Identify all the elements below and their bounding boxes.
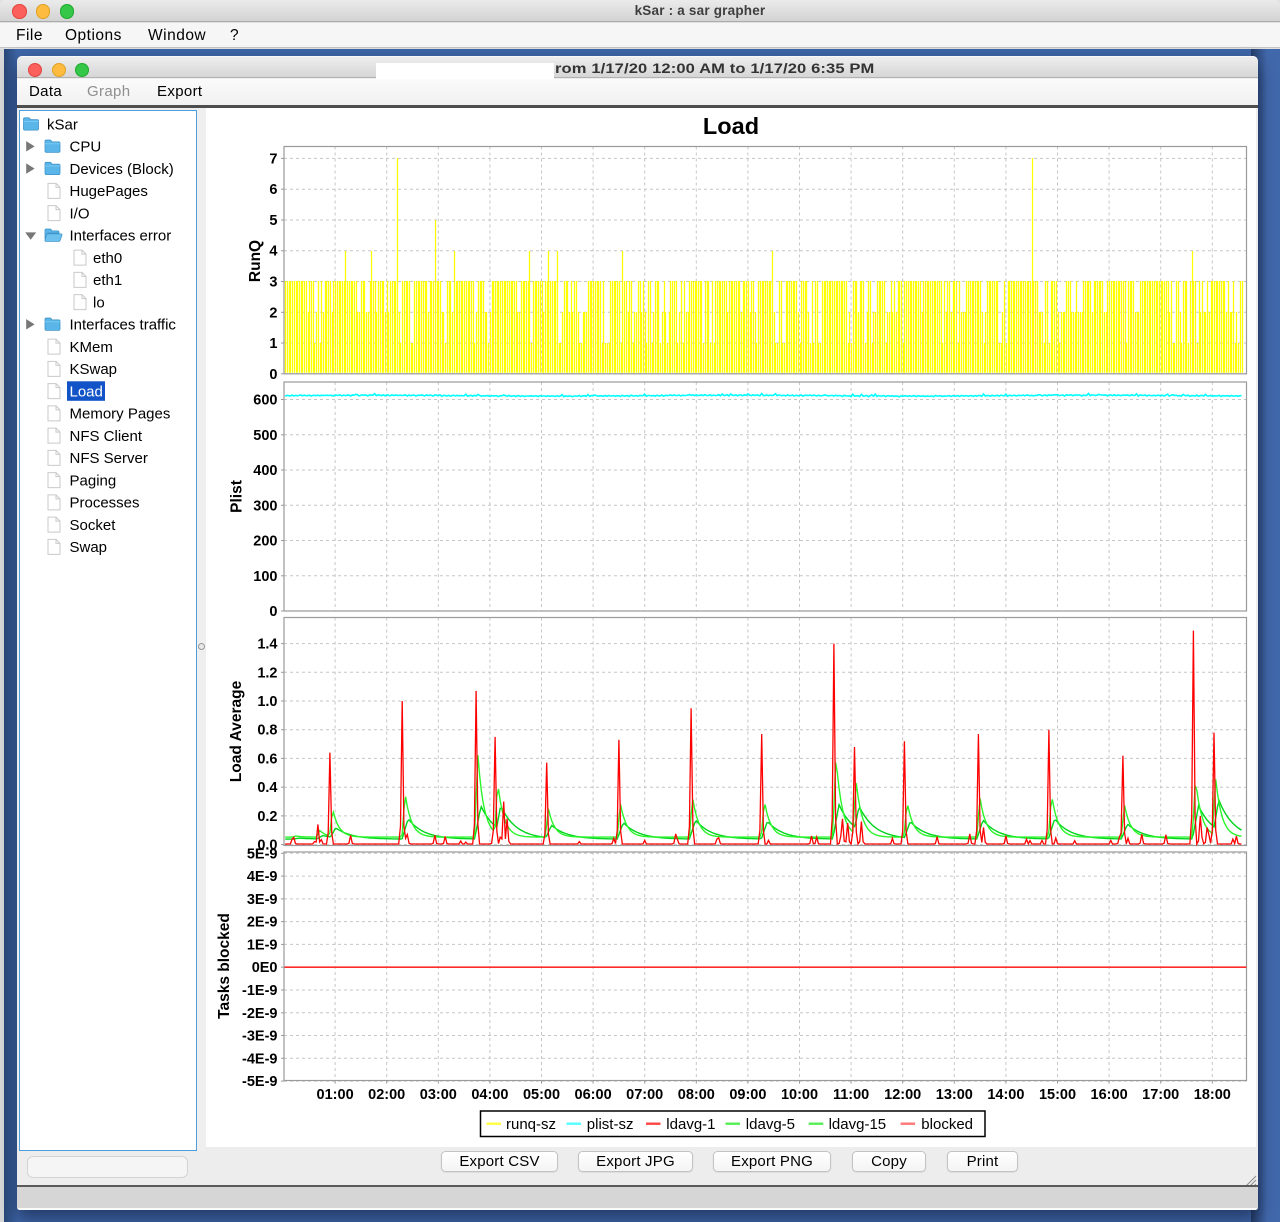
svg-text:02:00: 02:00 xyxy=(368,1087,405,1103)
svg-text:Paging: Paging xyxy=(70,472,117,489)
svg-text:plist-sz: plist-sz xyxy=(587,1116,634,1133)
svg-text:Socket: Socket xyxy=(70,517,117,534)
svg-text:-5E-9: -5E-9 xyxy=(242,1074,277,1090)
svg-text:400: 400 xyxy=(253,463,277,479)
svg-text:I/O: I/O xyxy=(70,205,90,222)
svg-text:0.2: 0.2 xyxy=(257,809,277,825)
svg-text:RunQ: RunQ xyxy=(247,240,264,282)
svg-text:-2E-9: -2E-9 xyxy=(242,1006,277,1022)
svg-text:600: 600 xyxy=(253,393,277,409)
svg-text:eth1: eth1 xyxy=(93,272,122,289)
svg-text:Load: Load xyxy=(703,113,759,139)
svg-text:07:00: 07:00 xyxy=(626,1087,663,1103)
svg-text:blocked: blocked xyxy=(921,1116,973,1133)
svg-text:1.4: 1.4 xyxy=(257,637,277,653)
svg-text:100: 100 xyxy=(253,569,277,585)
svg-text:Swap: Swap xyxy=(70,539,108,556)
svg-text:1.0: 1.0 xyxy=(257,694,277,710)
svg-text:2: 2 xyxy=(269,305,277,321)
svg-text:15:00: 15:00 xyxy=(1039,1087,1076,1103)
svg-text:ldavg-1: ldavg-1 xyxy=(666,1116,715,1133)
svg-text:4E-9: 4E-9 xyxy=(247,869,278,885)
svg-text:7: 7 xyxy=(269,151,277,167)
svg-text:3: 3 xyxy=(269,275,277,291)
svg-text:-1E-9: -1E-9 xyxy=(242,983,277,999)
svg-text:CPU: CPU xyxy=(70,139,102,156)
svg-text:ldavg-15: ldavg-15 xyxy=(829,1116,887,1133)
svg-text:Tasks blocked: Tasks blocked xyxy=(216,913,233,1019)
svg-text:0E0: 0E0 xyxy=(252,960,278,976)
svg-text:KSwap: KSwap xyxy=(70,361,118,378)
svg-text:6: 6 xyxy=(269,182,277,198)
svg-text:04:00: 04:00 xyxy=(471,1087,508,1103)
svg-text:08:00: 08:00 xyxy=(678,1087,715,1103)
svg-text:13:00: 13:00 xyxy=(936,1087,973,1103)
svg-text:HugePages: HugePages xyxy=(70,183,148,200)
svg-text:runq-sz: runq-sz xyxy=(506,1116,556,1133)
svg-text:0: 0 xyxy=(269,604,277,620)
svg-text:1.2: 1.2 xyxy=(257,665,277,681)
svg-text:5E-9: 5E-9 xyxy=(247,846,278,862)
svg-text:lo: lo xyxy=(93,294,105,311)
svg-text:0.4: 0.4 xyxy=(257,780,277,796)
svg-text:09:00: 09:00 xyxy=(729,1087,766,1103)
svg-text:ldavg-5: ldavg-5 xyxy=(746,1116,795,1133)
svg-text:05:00: 05:00 xyxy=(523,1087,560,1103)
svg-text:Load: Load xyxy=(70,383,103,400)
svg-text:Processes: Processes xyxy=(70,495,140,512)
svg-text:Devices (Block): Devices (Block) xyxy=(70,161,174,178)
svg-text:2E-9: 2E-9 xyxy=(247,915,278,931)
svg-text:10:00: 10:00 xyxy=(781,1087,818,1103)
svg-text:KMem: KMem xyxy=(70,339,113,356)
svg-text:kSar: kSar xyxy=(47,116,78,133)
svg-text:1: 1 xyxy=(269,336,277,352)
svg-text:NFS Client: NFS Client xyxy=(70,428,143,445)
svg-text:-3E-9: -3E-9 xyxy=(242,1029,277,1045)
svg-text:16:00: 16:00 xyxy=(1091,1087,1128,1103)
svg-text:4: 4 xyxy=(269,244,277,260)
svg-text:17:00: 17:00 xyxy=(1142,1087,1179,1103)
svg-text:0: 0 xyxy=(269,367,277,383)
svg-text:03:00: 03:00 xyxy=(420,1087,457,1103)
svg-text:200: 200 xyxy=(253,534,277,550)
svg-text:18:00: 18:00 xyxy=(1194,1087,1231,1103)
svg-text:Interfaces error: Interfaces error xyxy=(70,228,172,245)
svg-text:3E-9: 3E-9 xyxy=(247,892,278,908)
svg-text:eth0: eth0 xyxy=(93,250,122,267)
svg-text:11:00: 11:00 xyxy=(833,1087,869,1103)
svg-text:0.8: 0.8 xyxy=(257,723,277,739)
svg-text:0.6: 0.6 xyxy=(257,751,277,767)
svg-text:5: 5 xyxy=(269,213,277,229)
svg-text:Memory Pages: Memory Pages xyxy=(70,406,171,423)
svg-text:01:00: 01:00 xyxy=(317,1087,354,1103)
svg-text:Interfaces traffic: Interfaces traffic xyxy=(70,317,177,334)
svg-text:NFS Server: NFS Server xyxy=(70,450,148,467)
svg-text:14:00: 14:00 xyxy=(987,1087,1024,1103)
svg-text:Plist: Plist xyxy=(229,480,246,513)
svg-text:500: 500 xyxy=(253,428,277,444)
svg-text:-4E-9: -4E-9 xyxy=(242,1051,277,1067)
svg-text:06:00: 06:00 xyxy=(575,1087,612,1103)
svg-text:Load Average: Load Average xyxy=(228,680,245,782)
svg-text:300: 300 xyxy=(253,498,277,514)
svg-text:1E-9: 1E-9 xyxy=(247,937,278,953)
svg-text:12:00: 12:00 xyxy=(884,1087,921,1103)
